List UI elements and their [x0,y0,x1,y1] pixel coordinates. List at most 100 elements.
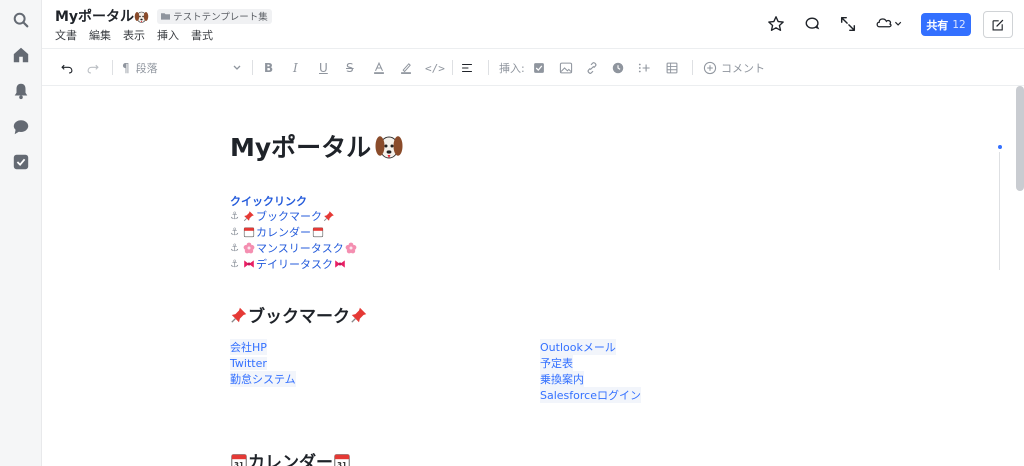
italic-icon[interactable]: I [293,58,298,78]
page-title-text: Myポータル [230,133,372,162]
calendar-heading[interactable]: 31 カレンダー 31 [230,448,351,466]
chevron-down-icon [233,65,241,70]
edit-button[interactable] [983,11,1013,38]
quick-link-daily-task[interactable]: ⚓ デイリータスク [230,256,358,272]
quick-link-label: マンスリータスク [255,242,344,255]
plus-circle-icon [703,61,717,75]
bookmark-heading[interactable]: ブックマーク [230,302,368,327]
quick-link-bookmark[interactable]: ⚓ ブックマーク [230,208,358,224]
toolbar-divider [452,60,453,75]
task-check-icon[interactable] [9,150,33,174]
outline-marker[interactable] [998,145,1002,149]
bookmark-column-left: 会社HP Twitter 勤怠システム [230,339,296,387]
calendar-icon [243,227,255,238]
bookmark-heading-text: ブックマーク [248,307,350,327]
at-mention-icon[interactable] [611,58,625,78]
redo-icon[interactable] [86,58,100,78]
bookmark-column-right: Outlookメール 予定表 乗換案内 Salesforceログイン [540,339,641,403]
quick-links-heading: クイックリンク [230,195,307,208]
doc-title[interactable]: Myポータル [55,6,134,26]
paragraph-style-select[interactable]: ¶ 段落 [122,58,242,78]
folder-name: テストテンプレート集 [173,12,268,23]
anchor-icon: ⚓ [230,226,239,238]
quick-link-label: デイリータスク [255,258,333,271]
bookmark-link[interactable]: Twitter [230,355,296,371]
app-window: Myポータル テストテンプレート集 文書 編集 表示 挿入 書式 共有 12 ¶… [0,0,1024,466]
anchor-icon: ⚓ [230,258,239,270]
menu-bar: 文書 編集 表示 挿入 書式 [55,27,213,43]
share-label: 共有 [926,18,949,32]
highlight-pen-icon[interactable] [399,58,413,78]
status-cloud-dropdown-icon[interactable] [874,14,906,34]
align-left-icon[interactable] [460,58,474,78]
toolbar-divider [252,60,253,75]
bookmark-link[interactable]: 乗換案内 [540,371,641,387]
toolbar-divider [112,60,113,75]
anchor-icon: ⚓ [230,242,239,254]
folder-breadcrumb[interactable]: テストテンプレート集 [157,8,272,24]
checkbox-insert-icon[interactable] [532,58,546,78]
share-button[interactable]: 共有 12 [921,13,971,36]
calendar-day-number: 31 [234,459,244,466]
bookmark-link-text: Salesforceログイン [540,387,641,403]
calendar-icon [312,227,324,238]
cherry-blossom-icon [243,242,255,254]
strikethrough-icon[interactable]: S [346,58,354,78]
folder-icon [161,13,171,20]
pushpin-icon [351,307,367,323]
ribbon-icon [244,260,254,268]
quick-link-calendar[interactable]: ⚓ カレンダー [230,224,358,240]
title-row: Myポータル テストテンプレート集 [55,7,272,25]
left-rail [0,0,42,466]
bookmark-link[interactable]: 会社HP [230,339,296,355]
bookmark-link[interactable]: 勤怠システム [230,371,296,387]
bookmark-link[interactable]: 予定表 [540,355,641,371]
menu-insert[interactable]: 挿入 [157,27,179,43]
document-body: Myポータル クイックリンク ⚓ ブックマーク ⚓ カレンダー ⚓ マンスリータ… [42,86,1024,466]
toolbar-divider [488,60,489,75]
link-insert-icon[interactable] [585,58,599,78]
chat-icon[interactable] [9,115,33,139]
vertical-scrollbar[interactable] [1016,86,1024,191]
menu-view[interactable]: 表示 [123,27,145,43]
outline-track [999,152,1000,270]
bookmark-link[interactable]: Outlookメール [540,339,641,355]
bell-icon[interactable] [9,79,33,103]
toolbar-divider [692,60,693,75]
numbered-plus-icon[interactable] [637,58,651,78]
bookmark-link-text: 乗換案内 [540,371,584,387]
bookmark-link-text: Outlookメール [540,339,616,355]
comment-bubble-icon[interactable] [803,14,823,34]
insert-label: 挿入: [499,62,525,75]
underline-icon[interactable]: U [319,58,328,78]
image-insert-icon[interactable] [559,58,573,78]
home-icon[interactable] [9,43,33,67]
inline-code-icon[interactable]: </> [425,58,445,78]
dog-face-icon [134,11,149,23]
menu-format[interactable]: 書式 [191,27,213,43]
expand-arrows-icon[interactable] [838,14,858,34]
cherry-blossom-icon [345,242,357,254]
bookmark-link-text: 予定表 [540,355,573,371]
search-icon[interactable] [9,8,33,32]
bookmark-link[interactable]: Salesforceログイン [540,387,641,403]
quick-link-monthly-task[interactable]: ⚓ マンスリータスク [230,240,358,256]
bookmark-link-text: 会社HP [230,339,267,355]
formatting-toolbar: ¶ 段落 B I U S </> 挿入: コメント [42,48,1024,86]
table-insert-icon[interactable] [665,58,679,78]
quick-links-list: ⚓ ブックマーク ⚓ カレンダー ⚓ マンスリータスク ⚓ デイリータスク [230,208,358,272]
calendar-day-number: 31 [337,459,347,466]
page-title[interactable]: Myポータル [230,128,404,164]
text-color-icon[interactable] [372,58,386,78]
quick-link-label: ブックマーク [255,210,322,223]
star-icon[interactable] [766,14,786,34]
calendar-heading-text: カレンダー [248,453,333,466]
share-count: 12 [952,18,966,31]
undo-icon[interactable] [60,58,74,78]
pilcrow-icon: ¶ [122,61,130,75]
quick-link-label: カレンダー [255,226,311,239]
add-comment-button[interactable]: コメント [703,58,765,78]
menu-edit[interactable]: 編集 [89,27,111,43]
bold-icon[interactable]: B [264,58,273,78]
menu-document[interactable]: 文書 [55,27,77,43]
